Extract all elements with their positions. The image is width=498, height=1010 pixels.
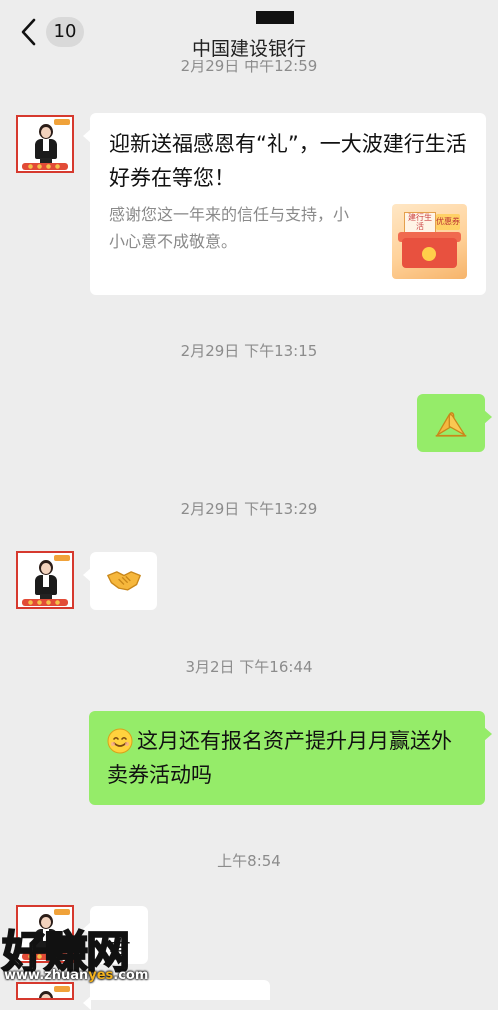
timestamp: 2月29日 下午13:29	[180, 500, 318, 518]
thumb-label-1: 建行生活	[404, 212, 436, 234]
link-card-message[interactable]: 迎新送福感恩有“礼”，一大波建行生活好券在等您！ 感谢您这一年来的信任与支持，小…	[83, 113, 486, 295]
card-thumbnail: 建行生活 优惠券	[392, 204, 467, 279]
sent-emoji-message[interactable]	[417, 394, 492, 452]
message-text: 这月还有报名资产提升月月赢送外卖券活动吗	[107, 729, 452, 787]
received-emoji-message[interactable]	[83, 552, 157, 610]
avatar[interactable]	[16, 551, 74, 609]
chat-title: 中国建设银行	[191, 38, 306, 60]
site-watermark: 好赚网 www.zhuanyes.com	[0, 916, 200, 986]
pray-hands-icon	[435, 412, 467, 437]
timestamp: 2月29日 下午13:15	[180, 342, 318, 360]
timestamp: 3月2日 下午16:44	[185, 658, 313, 676]
thumb-label-2: 优惠券	[436, 214, 460, 230]
watermark-url: www.zhuanyes.com	[4, 968, 149, 983]
redaction-bar	[256, 11, 294, 24]
timestamp: 2月29日 中午12:59	[180, 60, 318, 74]
avatar[interactable]	[16, 115, 74, 173]
sent-text-message[interactable]: 这月还有报名资产提升月月赢送外卖券活动吗	[89, 711, 492, 805]
timestamp: 上午8:54	[217, 852, 281, 870]
handshake-icon	[107, 571, 141, 591]
chat-header: 10 中国建设银行	[0, 0, 498, 66]
card-description: 感谢您这一年来的信任与支持，小小心意不成敬意。	[109, 205, 350, 251]
card-title: 迎新送福感恩有“礼”，一大波建行生活好券在等您！	[109, 132, 467, 190]
